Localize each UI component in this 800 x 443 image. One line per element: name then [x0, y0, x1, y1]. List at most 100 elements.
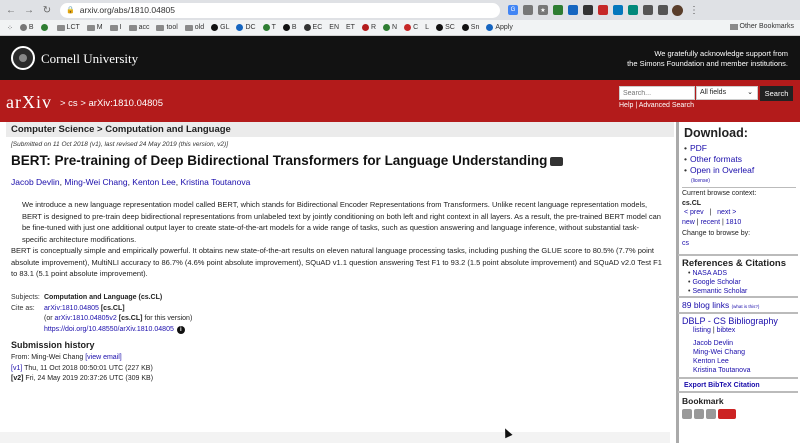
bookmark-item[interactable]: N [383, 24, 397, 31]
bookmarks-bar: ⁘ B LCT M I acc tool old GL DC T B EC EN… [0, 20, 800, 36]
next-link[interactable]: next > [717, 209, 736, 216]
browse-cs-link[interactable]: cs [682, 240, 689, 247]
google-icon[interactable]: G [508, 5, 518, 15]
advanced-search-link[interactable]: Advanced Search [639, 102, 694, 109]
dblp-link[interactable]: DBLP - CS Bibliography [682, 316, 778, 326]
help-link[interactable]: Help [619, 102, 633, 109]
view-email-link[interactable]: [view email] [85, 354, 122, 361]
version-1-link[interactable]: [v1] [11, 365, 22, 372]
search-field-select[interactable]: All fields ⌄ [696, 86, 758, 100]
dblp-author-link[interactable]: Kristina Toutanova [693, 367, 750, 374]
new-link[interactable]: new [682, 219, 695, 226]
bookmark-item[interactable] [40, 24, 50, 31]
other-formats-link[interactable]: Other formats [690, 154, 742, 164]
cite-id-link[interactable]: arXiv:1810.04805 [44, 305, 99, 312]
export-bibtex: Export BibTeX Citation [678, 377, 798, 389]
cite-v2-link[interactable]: arXiv:1810.04805v2 [55, 315, 117, 322]
share-icon[interactable] [523, 5, 533, 15]
bookmark-folder[interactable]: M [86, 24, 103, 31]
bookmark-item[interactable]: C [404, 24, 418, 31]
extension-icon[interactable] [553, 5, 563, 15]
overleaf-link[interactable]: Open in Overleaf [690, 165, 754, 175]
bookmark-item[interactable]: EC [303, 24, 322, 31]
mendeley-icon[interactable] [694, 409, 704, 419]
bookmark-item[interactable]: SC [436, 24, 455, 31]
author-link[interactable]: Jacob Devlin [11, 177, 60, 187]
star-icon[interactable]: ★ [538, 5, 548, 15]
profile-avatar[interactable] [672, 4, 683, 16]
recent-link[interactable]: recent [701, 219, 720, 226]
arxiv-logo[interactable]: arXiv [6, 92, 52, 113]
bookmark-item[interactable]: GL [211, 24, 229, 31]
blog-links-link[interactable]: 89 blog links [682, 300, 729, 310]
bookmark-item[interactable]: Apply [486, 24, 513, 31]
export-bibtex-link[interactable]: Export BibTeX Citation [684, 382, 760, 389]
bookmark-item[interactable]: EN [329, 24, 339, 31]
browser-menu-icon[interactable]: ⋮ [689, 5, 699, 16]
puzzle-icon[interactable] [658, 5, 668, 15]
extension-icon[interactable] [583, 5, 593, 15]
bookmark-folder[interactable]: I [109, 24, 122, 31]
extension-icon[interactable] [598, 5, 608, 15]
extension-icon[interactable] [613, 5, 623, 15]
year-link[interactable]: 1810 [726, 219, 742, 226]
cornell-header: Cornell University We gratefully acknowl… [0, 36, 800, 80]
extension-icon[interactable] [628, 5, 638, 15]
subject-heading: Computer Science > Computation and Langu… [6, 122, 674, 137]
prev-link[interactable]: < prev [684, 209, 704, 216]
back-icon[interactable]: ← [4, 3, 18, 17]
address-bar[interactable]: 🔒 arxiv.org/abs/1810.04805 [60, 2, 500, 18]
support-acknowledgement[interactable]: We gratefully acknowledge support from t… [588, 49, 788, 69]
dblp-author-link[interactable]: Kenton Lee [693, 358, 729, 365]
bookmark-item[interactable]: T [262, 24, 276, 31]
apps-icon[interactable]: ⁘ [7, 24, 13, 32]
author-link[interactable]: Kenton Lee [132, 177, 175, 187]
browse-context: Current browse context: cs.CL < prev | n… [682, 187, 796, 248]
license-link[interactable]: (license) [691, 178, 710, 184]
breadcrumb[interactable]: > cs > arXiv:1810.04805 [60, 98, 163, 109]
extension-icon[interactable] [568, 5, 578, 15]
author-link[interactable]: Ming-Wei Chang [64, 177, 127, 187]
separator: | [635, 102, 638, 109]
video-icon[interactable] [550, 156, 564, 166]
dblp-bibtex-link[interactable]: bibtex [717, 327, 736, 334]
bookmark-item[interactable]: B [19, 24, 34, 31]
google-scholar-link[interactable]: Google Scholar [692, 279, 740, 286]
abstract-paragraph: BERT is conceptually simple and empirica… [11, 246, 662, 278]
author-link[interactable]: Kristina Toutanova [181, 177, 251, 187]
bookmark-folder[interactable]: LCT [56, 24, 80, 31]
bookmark-item[interactable]: DC [236, 24, 256, 31]
bookmark-item[interactable]: B [282, 24, 297, 31]
nasa-ads-link[interactable]: NASA ADS [692, 270, 727, 277]
bookmark-folder[interactable]: acc [128, 24, 149, 31]
reddit-icon[interactable] [706, 409, 716, 419]
other-bookmarks[interactable]: Other Bookmarks [729, 23, 794, 30]
bookmark-item[interactable]: L [425, 24, 429, 31]
search-button[interactable]: Search [760, 86, 793, 101]
info-icon[interactable]: i [176, 325, 185, 334]
dblp-listing-link[interactable]: listing [693, 327, 711, 334]
download-heading: Download: [684, 126, 748, 140]
doi-link[interactable]: https://doi.org/10.48550/arXiv.1810.0480… [44, 326, 174, 333]
forward-icon[interactable]: → [22, 3, 36, 17]
extensions-row: G ★ [508, 5, 668, 15]
dblp-author-link[interactable]: Jacob Devlin [693, 340, 733, 347]
bookmark-item[interactable]: ET [346, 24, 355, 31]
bibsonomy-icon[interactable] [682, 409, 692, 419]
semantic-scholar-link[interactable]: Semantic Scholar [692, 288, 747, 295]
bookmark-item[interactable]: R [361, 24, 376, 31]
cornell-name[interactable]: Cornell University [41, 51, 138, 67]
bookmark-folder[interactable]: tool [156, 24, 178, 31]
search-input[interactable] [619, 86, 695, 100]
dblp-author-link[interactable]: Ming-Wei Chang [693, 349, 745, 356]
subjects-label: Subjects: [11, 294, 40, 301]
references-citations: References & Citations NASA ADS Google S… [678, 254, 798, 296]
science-wise-icon[interactable] [718, 409, 736, 419]
what-is-this-link[interactable]: (what is this?) [732, 304, 760, 309]
extension-icon[interactable] [643, 5, 653, 15]
bookmark-item[interactable]: Sn [461, 24, 479, 31]
pdf-link[interactable]: PDF [690, 143, 707, 153]
bookmark-folder[interactable]: old [184, 24, 204, 31]
reload-icon[interactable]: ↻ [40, 3, 54, 17]
cornell-seal-icon[interactable] [11, 46, 35, 70]
